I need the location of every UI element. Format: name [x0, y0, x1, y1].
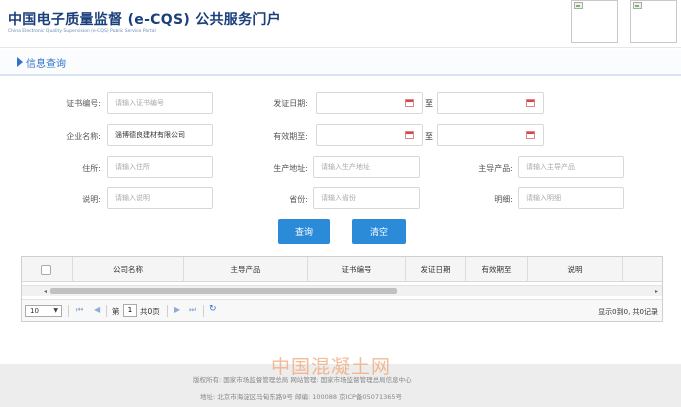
section-title: 信息查询 [26, 59, 66, 70]
grid-header: 公司名称 主导产品 证书编号 发证日期 有效期至 说明 [22, 257, 662, 282]
issue-date-to-input[interactable] [437, 92, 544, 114]
divider [68, 305, 69, 317]
first-page-icon[interactable]: ⏮ [76, 305, 83, 315]
valid-until-label: 有效期至: [273, 132, 308, 141]
cert-no-label: 证书编号: [66, 99, 101, 108]
calendar-icon[interactable] [405, 99, 414, 107]
horizontal-scrollbar[interactable]: ◂ ▸ [22, 285, 662, 296]
record-info: 显示0到0, 共0记录 [598, 308, 658, 316]
select-all-checkbox[interactable] [41, 265, 51, 275]
column-header[interactable]: 发证日期 [406, 257, 466, 282]
column-header[interactable]: 说明 [528, 257, 623, 282]
valid-until-from-input[interactable] [316, 124, 423, 146]
divider [203, 305, 204, 317]
province-input[interactable] [313, 187, 420, 209]
chevron-down-icon: ▼ [53, 307, 58, 314]
site-title: 中国电子质量监督 (e-CQS) 公共服务门户 [8, 12, 282, 28]
page-number-input[interactable]: 1 [123, 304, 137, 317]
site-subtitle: China Electronic Quality Supervision (e-… [8, 29, 156, 34]
watermark: 中国混凝土网 [271, 356, 392, 378]
results-grid: 公司名称 主导产品 证书编号 发证日期 有效期至 说明 ◂ ▸ 10 ▼ ⏮ ◀ … [21, 256, 663, 322]
valid-until-to-label: 至 [425, 132, 433, 141]
page-total: 共0页 [140, 307, 160, 316]
search-button[interactable]: 查询 [278, 219, 330, 244]
issue-date-from-input[interactable] [316, 92, 423, 114]
address-input[interactable] [107, 156, 213, 178]
company-label: 企业名称: [66, 132, 101, 141]
cert-no-input[interactable] [107, 92, 213, 114]
address-label: 住所: [82, 164, 101, 173]
triangle-right-icon [17, 57, 23, 67]
column-header[interactable]: 主导产品 [184, 257, 308, 282]
footer-address: 地址: 北京市海淀区马甸东路9号 邮编: 100088 京ICP备0507136… [200, 393, 403, 401]
note-input[interactable] [107, 187, 213, 209]
site-header: 中国电子质量监督 (e-CQS) 公共服务门户 China Electronic… [0, 0, 681, 48]
page-size-value: 10 [30, 307, 39, 315]
main-product-input[interactable] [518, 156, 624, 178]
scrollbar-thumb[interactable] [50, 288, 397, 294]
prev-page-icon[interactable]: ◀ [94, 305, 100, 314]
column-header[interactable]: 证书编号 [308, 257, 406, 282]
scroll-left-icon[interactable]: ◂ [44, 288, 47, 295]
broken-image-icon [574, 2, 583, 9]
broken-image-icon [633, 2, 642, 9]
divider [167, 305, 168, 317]
calendar-icon[interactable] [405, 131, 414, 139]
detail-input[interactable] [518, 187, 624, 209]
column-header[interactable]: 公司名称 [73, 257, 184, 282]
header-image-1 [571, 0, 618, 43]
header-image-2 [630, 0, 677, 43]
issue-date-to-label: 至 [425, 99, 433, 108]
section-bar: 信息查询 [0, 50, 681, 76]
pagination-bar: 10 ▼ ⏮ ◀ 第 1 共0页 ▶ ⏭ ↻ 显示0到0, 共0记录 [22, 299, 662, 321]
valid-until-to-input[interactable] [437, 124, 544, 146]
page-size-select[interactable]: 10 ▼ [25, 305, 62, 317]
refresh-icon[interactable]: ↻ [209, 304, 217, 314]
select-all-cell [22, 257, 73, 282]
calendar-icon[interactable] [526, 99, 535, 107]
detail-label: 明细: [494, 195, 513, 204]
prod-address-label: 生产地址: [273, 164, 308, 173]
divider [106, 305, 107, 317]
company-input[interactable] [107, 124, 213, 146]
last-page-icon[interactable]: ⏭ [189, 305, 196, 315]
issue-date-label: 发证日期: [273, 99, 308, 108]
clear-button[interactable]: 清空 [352, 219, 406, 244]
scroll-right-icon[interactable]: ▸ [655, 288, 658, 295]
column-header[interactable]: 有效期至 [466, 257, 528, 282]
note-label: 说明: [82, 195, 101, 204]
province-label: 省份: [289, 195, 308, 204]
next-page-icon[interactable]: ▶ [174, 305, 180, 314]
page-prefix: 第 [112, 307, 120, 316]
main-product-label: 主导产品: [478, 164, 513, 173]
prod-address-input[interactable] [313, 156, 420, 178]
calendar-icon[interactable] [526, 131, 535, 139]
